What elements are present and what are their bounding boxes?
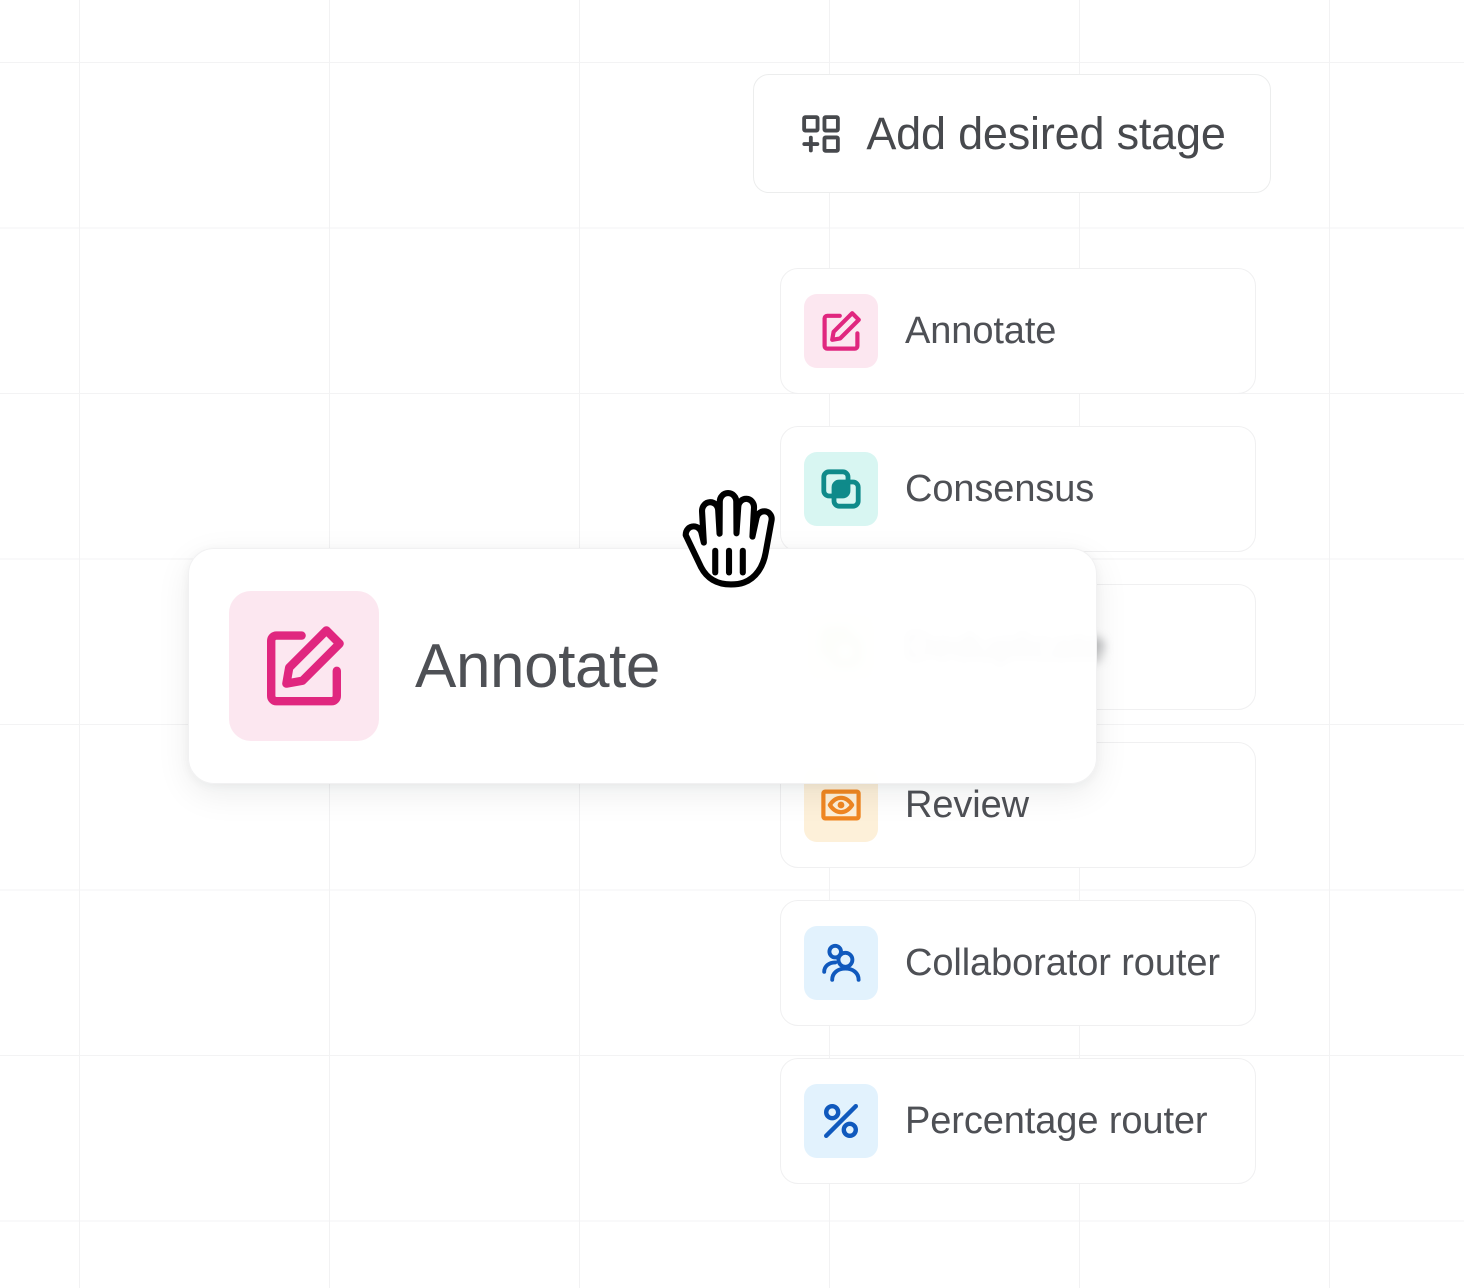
stage-item-percentage-router[interactable]: Percentage router — [780, 1058, 1256, 1184]
add-desired-stage-button[interactable]: Add desired stage — [753, 74, 1271, 193]
stage-item-consensus[interactable]: Consensus — [780, 426, 1256, 552]
stage-item-annotate[interactable]: Annotate — [780, 268, 1256, 394]
stage-item-collaborator-router[interactable]: Collaborator router — [780, 900, 1256, 1026]
pencil-square-icon-tile — [229, 591, 379, 741]
overlapping-squares-icon-tile — [804, 452, 878, 526]
add-desired-stage-label: Add desired stage — [866, 107, 1226, 159]
stage-item-label: Collaborator router — [905, 941, 1220, 984]
stage-item-label: Review — [905, 783, 1029, 826]
pencil-square-icon-tile — [804, 294, 878, 368]
drag-preview-card[interactable]: Annotate — [188, 548, 1097, 784]
drag-preview-label: Annotate — [415, 631, 661, 701]
stage-item-label: Annotate — [905, 309, 1057, 352]
two-people-icon-tile — [804, 926, 878, 1000]
grid-plus-icon — [798, 111, 844, 157]
stage-item-label: Consensus — [905, 467, 1095, 510]
percent-icon-tile — [804, 1084, 878, 1158]
stage-item-label: Percentage router — [905, 1099, 1208, 1142]
